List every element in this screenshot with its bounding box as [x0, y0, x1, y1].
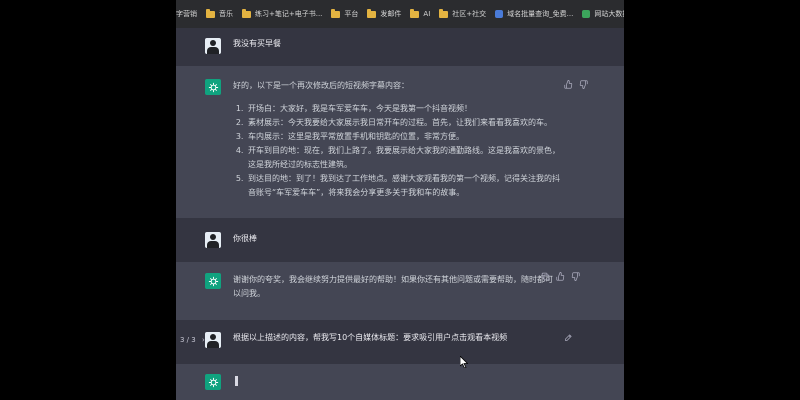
- reply-intro: 好的，以下是一个再次修改后的短视频字幕内容：: [233, 81, 409, 90]
- bookmark-label: 社区+社交: [452, 10, 487, 18]
- bookmark-item[interactable]: 发邮件: [367, 8, 402, 19]
- feedback-buttons: [541, 272, 580, 281]
- bookmark-label: 音乐: [219, 10, 233, 18]
- thumbs-down-icon[interactable]: [571, 272, 580, 281]
- folder-icon: [242, 8, 251, 18]
- assistant-logo-icon: [205, 79, 221, 95]
- site-icon: [495, 10, 504, 18]
- chat-window: 字营销 音乐 练习+笔记+电子书... 平台 发邮件 AI 社区+社交 域名批量查询_免费..…: [176, 0, 624, 400]
- user-avatar: [205, 332, 221, 348]
- folder-icon: [410, 8, 420, 18]
- bookmark-label: 发邮件: [380, 10, 402, 18]
- bookmarks-bar: 字营销 音乐 练习+笔记+电子书... 平台 发邮件 AI 社区+社交 域名批量查询_免费..…: [176, 0, 624, 29]
- typing-cursor: [235, 376, 238, 386]
- user-message-text: 我没有买早餐: [233, 39, 281, 48]
- bookmark-item[interactable]: AI: [410, 8, 431, 18]
- user-message-text: 根据以上描述的内容，帮我写10个自媒体标题：要求吸引用户点击观看本视频: [233, 333, 508, 342]
- site-icon: [582, 10, 591, 18]
- bookmark-label: 平台: [344, 10, 359, 18]
- list-item: 开车到目的地：现在，我们上路了。我要展示给大家我的通勤路线。这是我喜欢的景色，这…: [246, 144, 563, 172]
- thumbs-up-icon[interactable]: [556, 272, 565, 281]
- assistant-message-text: 谢谢你的夸奖，我会继续努力提供最好的帮助！如果你还有其他问题或需要帮助，随时都可…: [233, 275, 553, 298]
- bookmark-label: 网站大数据分析_全...: [594, 10, 624, 18]
- user-message-text: 你很棒: [233, 234, 257, 243]
- edit-icon[interactable]: [564, 333, 573, 342]
- bookmark-item[interactable]: 网站大数据分析_全...: [582, 9, 624, 19]
- bookmark-label: 字营销: [176, 10, 197, 18]
- bookmark-item[interactable]: 平台: [331, 8, 359, 19]
- thumbs-down-icon[interactable]: [579, 80, 588, 89]
- assistant-message-1: 好的，以下是一个再次修改后的短视频字幕内容： 开场白：大家好，我是车军爱车车，今…: [176, 66, 624, 218]
- user-message-2: 你很棒: [176, 218, 624, 262]
- feedback-buttons: [564, 80, 588, 89]
- assistant-logo-icon: [205, 374, 221, 390]
- bookmark-item[interactable]: 音乐: [206, 8, 233, 19]
- thumbs-up-icon[interactable]: [564, 80, 573, 89]
- list-item: 素材展示：今天我要给大家展示我日常开车的过程。首先，让我们来看看我喜欢的车。: [246, 116, 563, 130]
- mouse-pointer-icon: [460, 356, 468, 368]
- bookmark-label: AI: [423, 10, 431, 18]
- list-item: 车内展示：这里是我平常放置手机和钥匙的位置，非常方便。: [246, 130, 563, 144]
- bookmark-item[interactable]: 社区+社交: [439, 8, 487, 19]
- message-pager[interactable]: 3 / 3 ›: [180, 336, 205, 344]
- reply-list: 开场白：大家好，我是车军爱车车，今天是我第一个抖音视频！ 素材展示：今天我要给大…: [233, 102, 563, 200]
- list-item: 到达目的地：到了！我到达了工作地点。感谢大家观看我的第一个视频，记得关注我的抖音…: [246, 172, 563, 200]
- bookmark-item[interactable]: 字营销: [176, 9, 197, 19]
- bookmark-item[interactable]: 练习+笔记+电子书...: [242, 8, 323, 19]
- user-message-3: 3 / 3 › 根据以上描述的内容，帮我写10个自媒体标题：要求吸引用户点击观看…: [176, 320, 624, 364]
- assistant-message-3: [176, 364, 624, 400]
- folder-icon: [367, 8, 377, 18]
- assistant-message-text: 好的，以下是一个再次修改后的短视频字幕内容： 开场白：大家好，我是车军爱车车，今…: [233, 79, 563, 200]
- user-message-1: 我没有买早餐: [176, 28, 624, 66]
- bookmark-label: 域名批量查询_免费...: [507, 10, 574, 18]
- copy-icon[interactable]: [541, 272, 550, 281]
- folder-icon: [206, 8, 215, 18]
- bookmark-item[interactable]: 域名批量查询_免费...: [495, 9, 573, 19]
- assistant-message-2: 谢谢你的夸奖，我会继续努力提供最好的帮助！如果你还有其他问题或需要帮助，随时都可…: [176, 262, 624, 320]
- user-avatar: [205, 232, 221, 248]
- pager-count: 3 / 3: [180, 336, 196, 344]
- folder-icon: [439, 8, 449, 18]
- bookmark-label: 练习+笔记+电子书...: [255, 10, 323, 18]
- user-avatar: [205, 38, 221, 54]
- folder-icon: [331, 8, 341, 18]
- list-item: 开场白：大家好，我是车军爱车车，今天是我第一个抖音视频！: [246, 102, 563, 116]
- assistant-logo-icon: [205, 273, 221, 289]
